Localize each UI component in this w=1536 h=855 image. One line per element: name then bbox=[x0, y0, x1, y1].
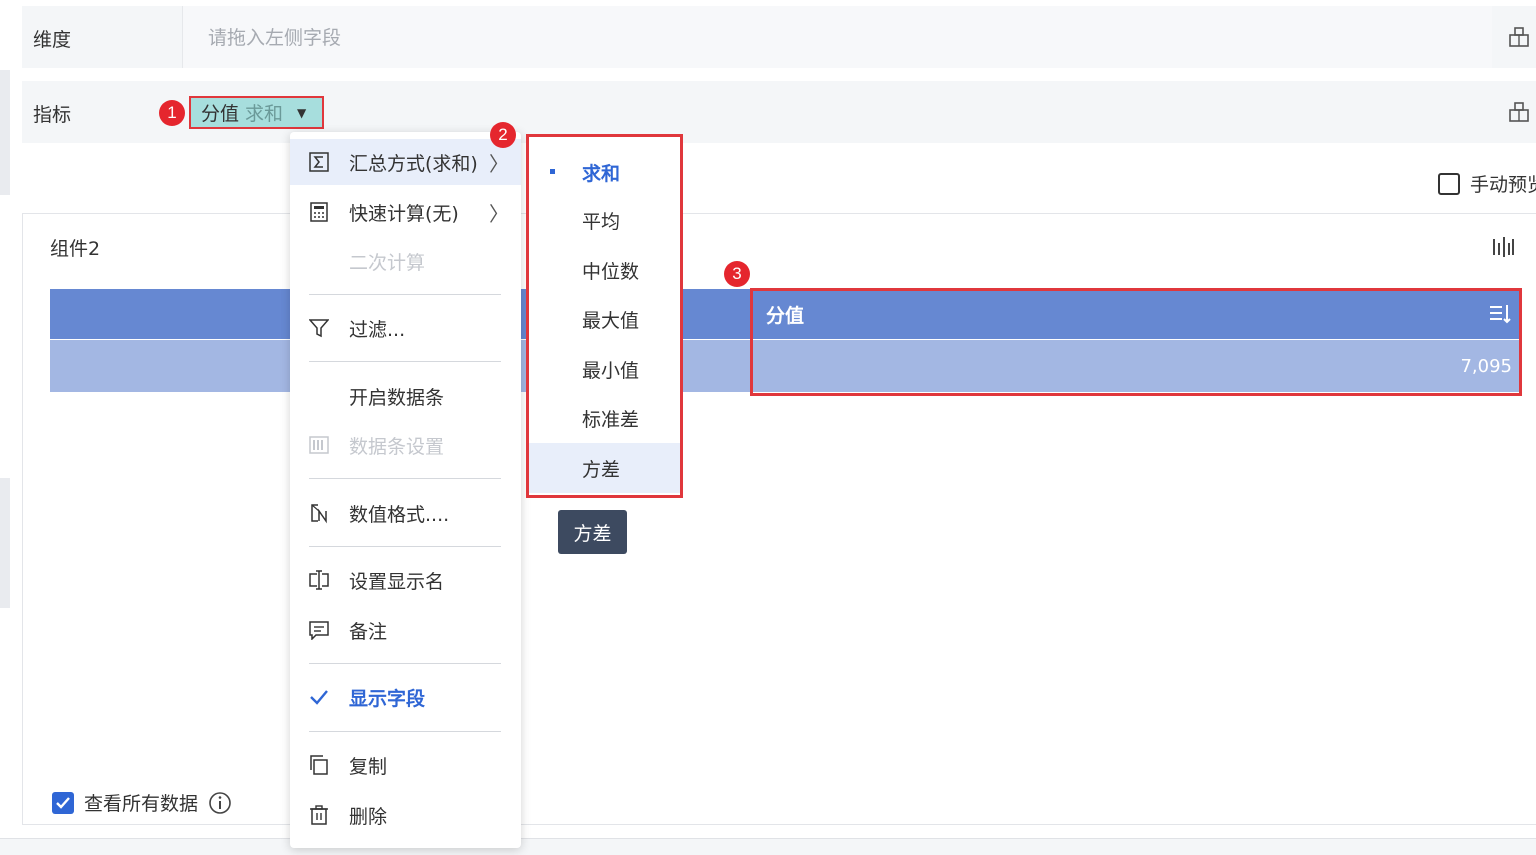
aggregation-option-variance[interactable]: 方差 bbox=[529, 443, 680, 493]
chevron-right-icon: 〉 bbox=[489, 201, 509, 226]
menu-item-filter[interactable]: 过滤... bbox=[290, 305, 521, 351]
menu-divider bbox=[309, 361, 501, 362]
menu-item-label: 汇总方式(求和) bbox=[349, 152, 478, 175]
measure-field-pill[interactable]: 分值 求和 ▼ bbox=[189, 96, 324, 129]
highlight-box-result bbox=[750, 288, 1522, 396]
caret-down-icon[interactable]: ▼ bbox=[297, 106, 306, 120]
rename-icon bbox=[308, 569, 330, 591]
aggregation-option-median[interactable]: 中位数 bbox=[529, 245, 680, 295]
aggregation-submenu: 求和 平均 中位数 最大值 最小值 标准差 方差 bbox=[526, 134, 683, 498]
trash-icon bbox=[308, 804, 330, 826]
step-badge-1: 1 bbox=[159, 100, 185, 126]
check-icon bbox=[308, 686, 330, 708]
aggregation-option-label: 求和 bbox=[582, 162, 621, 185]
info-icon[interactable] bbox=[208, 791, 232, 815]
menu-item-label: 删除 bbox=[349, 805, 388, 828]
aggregation-option-sum[interactable]: 求和 bbox=[529, 147, 680, 197]
step-badge-2: 2 bbox=[490, 122, 516, 148]
view-all-data-label: 查看所有数据 bbox=[84, 793, 199, 815]
menu-divider bbox=[309, 546, 501, 547]
aggregation-option-label: 中位数 bbox=[582, 260, 640, 283]
menu-item-show-field[interactable]: 显示字段 bbox=[290, 674, 521, 720]
menu-item-copy[interactable]: 复制 bbox=[290, 742, 521, 788]
menu-item-label: 数据条设置 bbox=[349, 435, 445, 458]
copy-icon bbox=[308, 754, 330, 776]
chevron-right-icon: 〉 bbox=[489, 151, 509, 176]
menu-divider bbox=[309, 294, 501, 295]
menu-item-label: 快速计算(无) bbox=[349, 202, 459, 225]
tooltip: 方差 bbox=[558, 510, 627, 554]
aggregation-option-label: 平均 bbox=[582, 210, 621, 233]
manual-preview-label: 手动预览 bbox=[1470, 174, 1536, 196]
left-panel-edge bbox=[0, 70, 10, 195]
selected-dot-icon bbox=[550, 169, 555, 174]
measure-label: 指标 bbox=[33, 104, 72, 126]
left-panel-edge-lower bbox=[0, 478, 10, 608]
step-badge-3: 3 bbox=[724, 261, 750, 287]
menu-divider bbox=[309, 663, 501, 664]
menu-item-label: 设置显示名 bbox=[349, 570, 445, 593]
view-all-data-checkbox[interactable] bbox=[52, 791, 74, 814]
measure-field-aggregation: 求和 bbox=[245, 103, 284, 125]
menu-item-secondary-calc: 二次计算 bbox=[290, 238, 521, 284]
manual-preview-checkbox[interactable] bbox=[1438, 172, 1460, 195]
aggregation-option-max[interactable]: 最大值 bbox=[529, 294, 680, 344]
aggregation-option-label: 标准差 bbox=[582, 408, 640, 431]
aggregation-option-average[interactable]: 平均 bbox=[529, 195, 680, 245]
menu-item-databar-settings: 数据条设置 bbox=[290, 422, 521, 468]
menu-item-comment[interactable]: 备注 bbox=[290, 607, 521, 653]
aggregation-option-label: 最大值 bbox=[582, 309, 640, 332]
manual-preview-toggle[interactable]: 手动预览 bbox=[1438, 170, 1536, 197]
comment-icon bbox=[308, 619, 330, 641]
calculator-icon bbox=[308, 201, 330, 223]
menu-item-number-format[interactable]: 数值格式.... bbox=[290, 490, 521, 536]
aggregation-option-label: 最小值 bbox=[582, 359, 640, 382]
view-all-data-toggle[interactable]: 查看所有数据 bbox=[52, 789, 232, 816]
component-title: 组件2 bbox=[50, 238, 101, 260]
menu-item-label: 备注 bbox=[349, 620, 388, 643]
menu-item-delete[interactable]: 删除 bbox=[290, 792, 521, 838]
pin-icon[interactable] bbox=[1508, 26, 1530, 48]
menu-item-label: 复制 bbox=[349, 755, 388, 778]
filter-icon bbox=[308, 317, 330, 339]
menu-item-label: 开启数据条 bbox=[349, 386, 445, 409]
menu-item-enable-databar[interactable]: 开启数据条 bbox=[290, 373, 521, 419]
number-format-icon bbox=[308, 502, 330, 524]
sigma-icon bbox=[308, 151, 330, 173]
aggregation-option-stddev[interactable]: 标准差 bbox=[529, 393, 680, 443]
menu-item-label: 数值格式.... bbox=[349, 503, 450, 526]
dimension-drop-zone[interactable] bbox=[182, 6, 1492, 68]
menu-item-rename[interactable]: 设置显示名 bbox=[290, 557, 521, 603]
dimension-label: 维度 bbox=[33, 29, 72, 51]
measure-field-name: 分值 bbox=[201, 103, 240, 125]
menu-item-label: 显示字段 bbox=[349, 687, 426, 710]
menu-item-quick-calc[interactable]: 快速计算(无) 〉 bbox=[290, 189, 521, 235]
pin-icon[interactable] bbox=[1508, 101, 1530, 123]
field-context-menu: 汇总方式(求和) 〉 快速计算(无) 〉 二次计算 过滤... 开启数据条 数据… bbox=[290, 132, 521, 848]
aggregation-option-min[interactable]: 最小值 bbox=[529, 344, 680, 394]
menu-divider bbox=[309, 478, 501, 479]
menu-item-aggregation[interactable]: 汇总方式(求和) 〉 bbox=[290, 139, 521, 185]
menu-divider bbox=[309, 731, 501, 732]
chart-type-icon[interactable] bbox=[1491, 235, 1515, 259]
menu-item-label: 过滤... bbox=[349, 318, 406, 341]
bottom-toolbar bbox=[0, 838, 1536, 855]
databar-icon bbox=[308, 434, 330, 456]
menu-item-label: 二次计算 bbox=[349, 251, 426, 274]
dimension-placeholder: 请拖入左侧字段 bbox=[208, 27, 342, 49]
aggregation-option-label: 方差 bbox=[582, 458, 621, 481]
